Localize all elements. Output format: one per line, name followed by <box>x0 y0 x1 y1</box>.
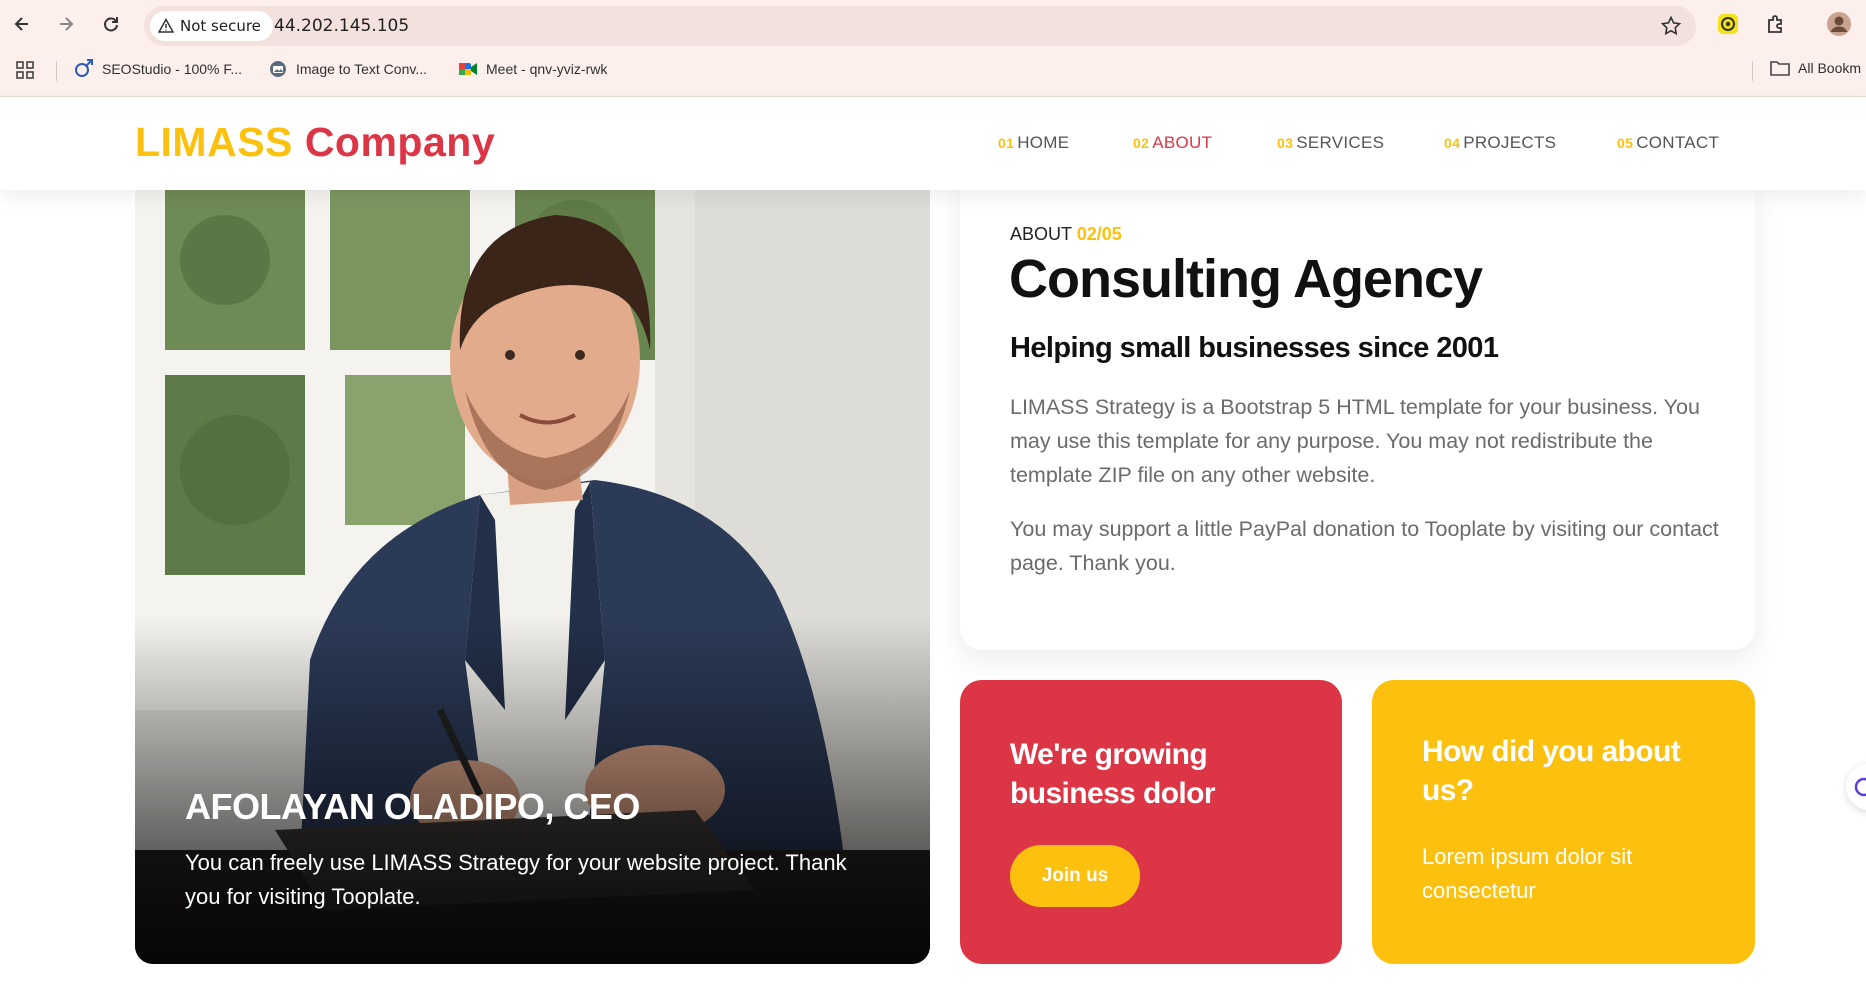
nav-home[interactable]: 01 HOME <box>998 133 1069 153</box>
reload-button[interactable] <box>95 8 127 40</box>
nav-services[interactable]: 03 SERVICES <box>1277 133 1384 153</box>
nav-number: 03 <box>1277 135 1294 151</box>
image-text-icon <box>270 61 286 77</box>
security-chip[interactable]: Not secure <box>150 11 273 41</box>
forward-icon <box>60 17 74 31</box>
forward-button[interactable] <box>50 8 82 40</box>
extension-icon <box>1718 14 1738 34</box>
about-paragraph-1: LIMASS Strategy is a Bootstrap 5 HTML te… <box>1010 395 1700 487</box>
seo-icon <box>75 59 93 77</box>
meet-icon <box>459 63 477 75</box>
nav-label: ABOUT <box>1152 133 1213 152</box>
nav-about[interactable]: 02 ABOUT <box>1133 133 1212 153</box>
apps-grid-icon <box>16 61 34 79</box>
nav-number: 04 <box>1444 135 1461 151</box>
about-title: Consulting Agency <box>1009 249 1483 309</box>
widget-icon <box>1854 777 1866 797</box>
folder-icon <box>1770 61 1790 76</box>
url-text[interactable]: 44.202.145.105 <box>274 16 409 36</box>
floating-widget-button[interactable] <box>1846 764 1866 810</box>
profile-icon <box>1827 12 1851 36</box>
bookmark-separator <box>56 61 57 81</box>
bookmark-image-to-text[interactable]: Image to Text Conv... <box>268 59 427 79</box>
extensions-menu-button[interactable] <box>1762 10 1790 38</box>
bookmark-label: SEOStudio - 100% F... <box>102 61 243 77</box>
nav-number: 02 <box>1133 135 1150 151</box>
about-subtitle: Helping small businesses since 2001 <box>1010 332 1499 364</box>
reload-icon <box>104 17 118 32</box>
section-page-indicator: 02/05 <box>1076 224 1122 244</box>
about-paragraph-2: You may support a little PayPal donation… <box>1010 517 1719 575</box>
profile-button[interactable] <box>1825 10 1853 38</box>
star-icon[interactable] <box>1660 15 1682 37</box>
browser-chrome: Not secure 44.202.145.105 SEOStudio - 10… <box>0 0 1866 97</box>
section-label-text: ABOUT <box>1010 224 1072 244</box>
extension-button[interactable] <box>1714 10 1742 38</box>
nav-projects[interactable]: 04 PROJECTS <box>1444 133 1556 153</box>
back-button[interactable] <box>6 8 38 40</box>
main-nav: 01 HOME 02 ABOUT 03 SERVICES 04 PROJECTS 05 C… <box>0 133 1866 157</box>
nav-label: PROJECTS <box>1463 133 1557 152</box>
how-did-you-title: How did you about us? <box>1422 735 1681 807</box>
bookmark-seostudio[interactable]: SEOStudio - 100% F... <box>74 59 242 79</box>
growing-business-title: We're growing business dolor <box>1010 738 1216 810</box>
bookmark-meet[interactable]: Meet - qnv-yviz-rwk <box>458 59 607 79</box>
ceo-caption: AFOLAYAN OLADIPO, CEO You can freely use… <box>185 786 885 914</box>
nav-label: HOME <box>1017 133 1070 152</box>
all-bookmarks-button[interactable]: All Bookm <box>1770 59 1861 77</box>
security-label: Not secure <box>180 17 261 35</box>
ceo-name: AFOLAYAN OLADIPO, CEO <box>185 786 640 827</box>
nav-label: CONTACT <box>1636 133 1720 152</box>
ceo-photo-card: AFOLAYAN OLADIPO, CEO You can freely use… <box>135 190 930 964</box>
site-header: LIMASS Company 01 HOME 02 ABOUT 03 SERVICES… <box>0 97 1866 190</box>
how-did-you-card: How did you about us? Lorem ipsum dolor … <box>1372 680 1755 964</box>
bookmark-separator <box>1752 61 1753 81</box>
section-label: ABOUT 02/05 <box>1010 224 1122 245</box>
apps-button[interactable] <box>16 61 34 79</box>
join-us-button[interactable]: Join us <box>1010 845 1140 907</box>
bookmark-label: Image to Text Conv... <box>296 61 427 77</box>
back-icon <box>14 17 28 31</box>
nav-number: 05 <box>1617 135 1634 151</box>
puzzle-icon <box>1768 15 1782 33</box>
nav-contact[interactable]: 05 CONTACT <box>1617 133 1719 153</box>
address-bar[interactable]: Not secure 44.202.145.105 <box>144 6 1696 46</box>
nav-number: 01 <box>998 135 1015 151</box>
nav-label: SERVICES <box>1296 133 1385 152</box>
all-bookmarks-label: All Bookm <box>1798 60 1862 76</box>
about-card: ABOUT 02/05 Consulting Agency Helping sm… <box>960 180 1755 650</box>
bookmarks-bar: SEOStudio - 100% F... Image to Text Conv… <box>0 55 1866 87</box>
bookmark-label: Meet - qnv-yviz-rwk <box>486 61 608 77</box>
how-did-you-text: Lorem ipsum dolor sit consectetur <box>1422 844 1633 903</box>
warning-icon <box>158 18 174 33</box>
ceo-description: You can freely use LIMASS Strategy for y… <box>185 850 847 909</box>
growing-business-card: We're growing business dolor Join us <box>960 680 1342 964</box>
